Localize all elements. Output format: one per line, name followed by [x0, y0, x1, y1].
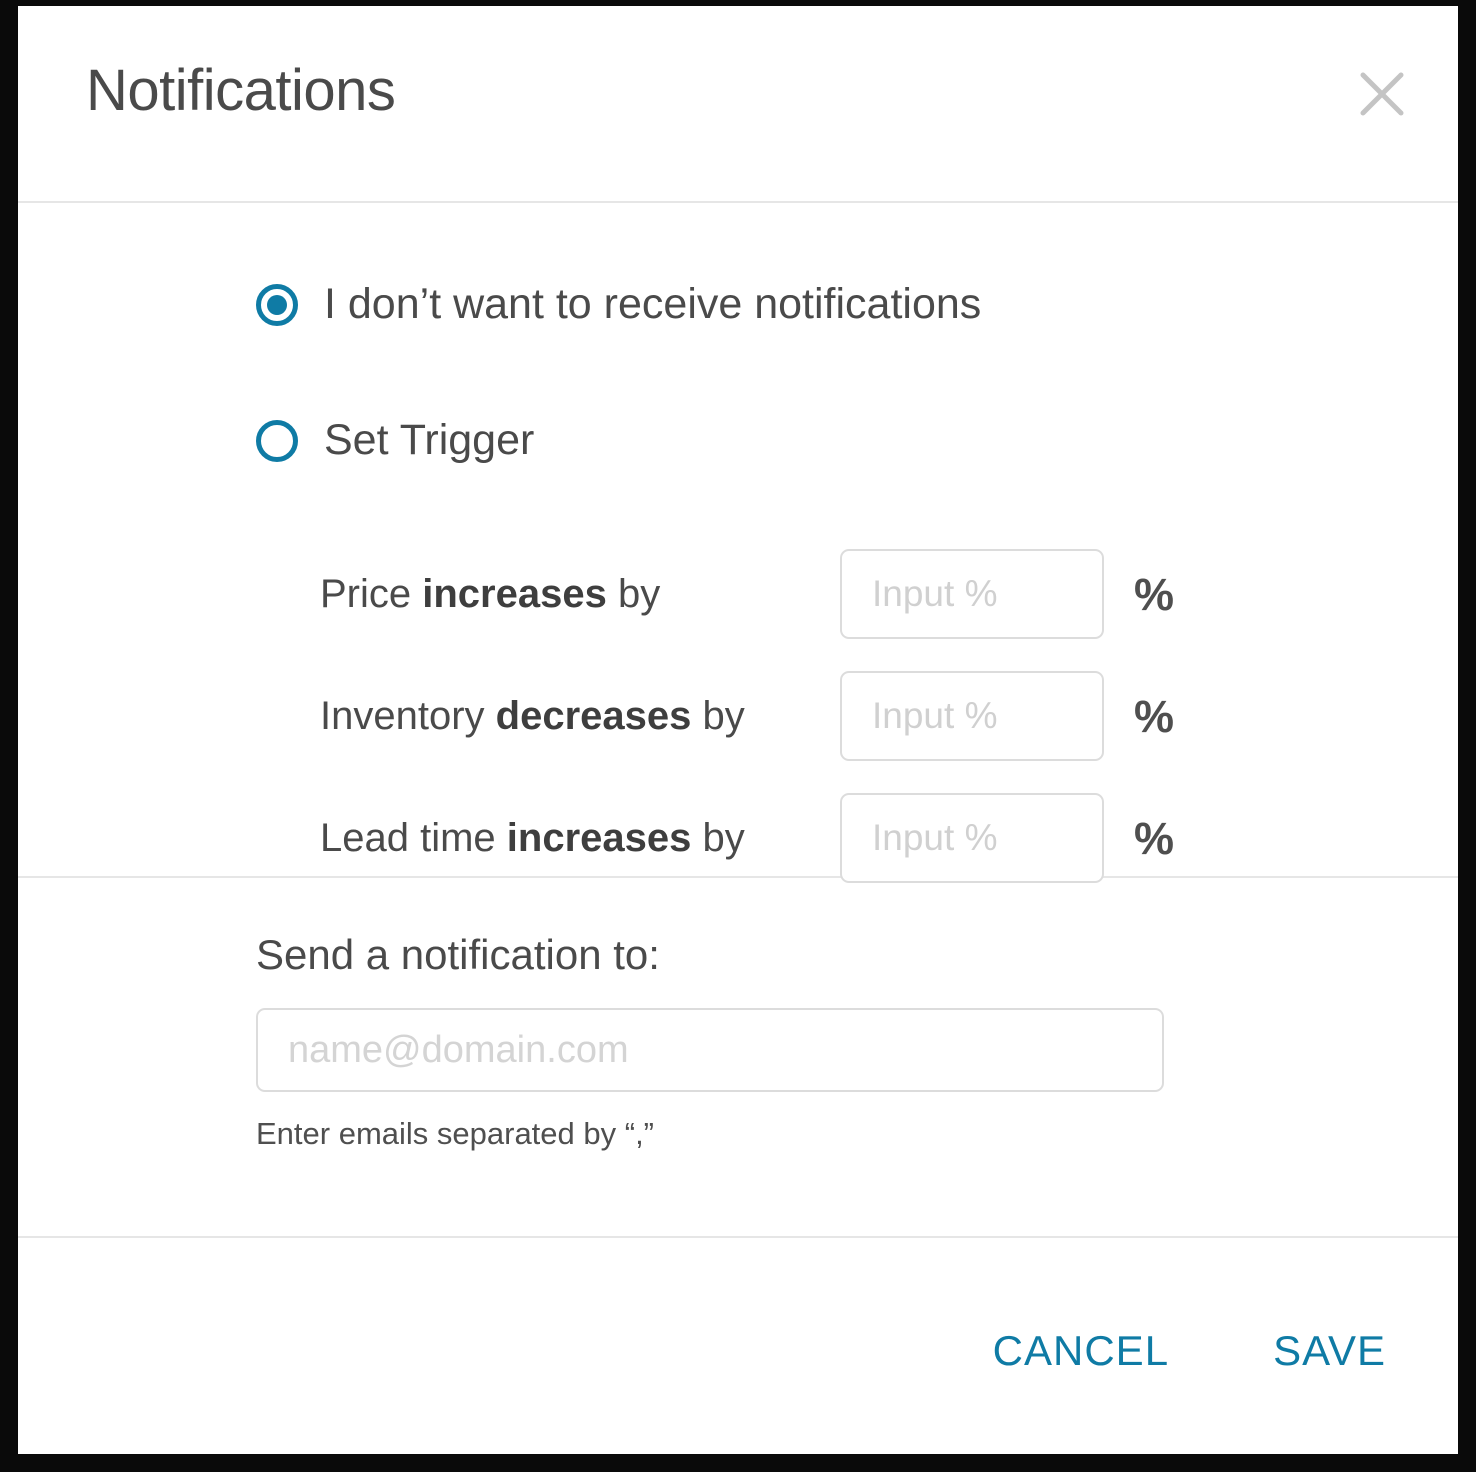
trigger-emphasis: increases: [506, 816, 692, 860]
radio-option-no-notifications[interactable]: I don’t want to receive notifications: [256, 283, 981, 326]
trigger-emphasis: decreases: [495, 694, 692, 738]
percent-symbol: %: [1134, 690, 1175, 742]
trigger-list: Price increases by % Inventory decreases…: [320, 533, 1220, 899]
radio-label-set-trigger: Set Trigger: [324, 416, 535, 464]
percent-symbol: %: [1134, 568, 1175, 620]
dialog-body: I don’t want to receive notifications Se…: [18, 203, 1458, 883]
email-hint-text: Enter emails separated by “,”: [256, 1116, 655, 1151]
save-button[interactable]: SAVE: [1273, 1330, 1386, 1372]
radio-option-set-trigger[interactable]: Set Trigger: [256, 419, 534, 462]
notifications-dialog: Notifications I don’t want to receive no…: [18, 6, 1458, 1454]
dialog-header: Notifications: [18, 6, 1458, 203]
radio-label-no-notifications: I don’t want to receive notifications: [324, 280, 982, 328]
percent-symbol: %: [1134, 812, 1175, 864]
close-icon: [1356, 68, 1408, 120]
price-increase-percent-input[interactable]: [840, 549, 1104, 639]
screen-backdrop: Notifications I don’t want to receive no…: [0, 0, 1476, 1472]
dialog-footer: CANCEL SAVE: [18, 1238, 1458, 1454]
email-recipients-input[interactable]: [256, 1008, 1164, 1092]
trigger-prefix: Lead time: [320, 816, 507, 860]
trigger-label-inventory-decreases: Inventory decreases by: [320, 696, 840, 736]
trigger-label-lead-time-increases: Lead time increases by: [320, 818, 840, 858]
close-button[interactable]: [1354, 66, 1410, 122]
page-title: Notifications: [86, 58, 396, 123]
footer-actions: CANCEL SAVE: [993, 1330, 1386, 1372]
email-section: Send a notification to: Enter emails sep…: [18, 878, 1458, 1238]
email-section-label: Send a notification to:: [256, 931, 660, 978]
trigger-row-inventory-decreases: Inventory decreases by %: [320, 655, 1220, 777]
trigger-label-price-increases: Price increases by: [320, 574, 840, 614]
trigger-suffix: by: [691, 694, 745, 738]
trigger-suffix: by: [606, 572, 661, 616]
radio-indicator-no-notifications[interactable]: [256, 283, 298, 326]
inventory-decrease-percent-input[interactable]: [840, 671, 1104, 761]
trigger-prefix: Price: [320, 572, 423, 616]
lead-time-increase-percent-input[interactable]: [840, 793, 1104, 883]
cancel-button[interactable]: CANCEL: [993, 1330, 1169, 1372]
trigger-row-price-increases: Price increases by %: [320, 533, 1220, 655]
trigger-prefix: Inventory: [320, 694, 496, 738]
trigger-emphasis: increases: [422, 572, 607, 616]
trigger-suffix: by: [691, 816, 745, 860]
radio-indicator-set-trigger[interactable]: [256, 419, 298, 462]
